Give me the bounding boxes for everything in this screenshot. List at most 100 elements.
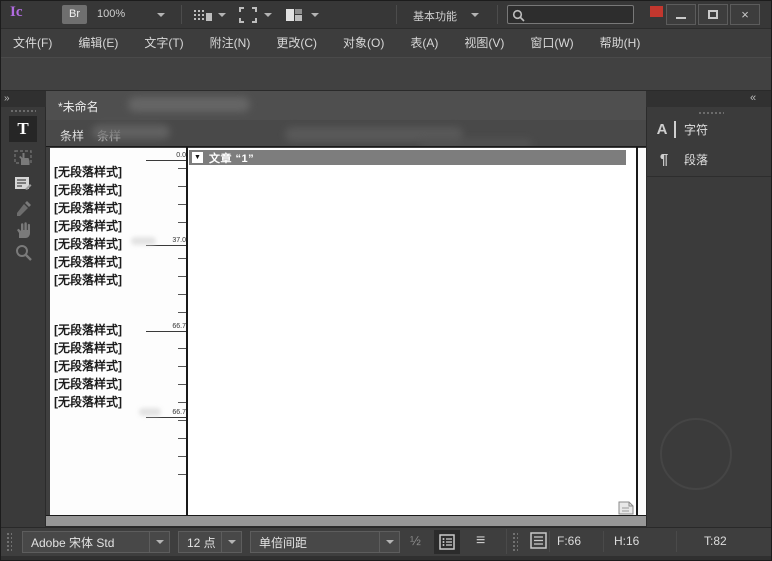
story-header-bar[interactable]: ▼ 文章 “1” bbox=[189, 150, 626, 165]
note-tool[interactable] bbox=[9, 172, 37, 196]
style-row[interactable]: [无段落样式] bbox=[54, 181, 164, 199]
leading-chevron-icon[interactable] bbox=[379, 532, 399, 552]
style-row-group-2: [无段落样式] [无段落样式] [无段落样式] [无段落样式] [无段落样式] bbox=[54, 321, 164, 411]
workspace-chevron-icon[interactable] bbox=[471, 13, 479, 17]
zoom-chevron-down-icon[interactable] bbox=[157, 13, 165, 17]
font-family-chevron-icon[interactable] bbox=[149, 532, 169, 552]
view-options-chevron-icon[interactable] bbox=[218, 13, 226, 17]
view-options-icon[interactable] bbox=[193, 8, 213, 27]
style-row[interactable]: [无段落样式] bbox=[54, 271, 164, 289]
style-row[interactable]: [无段落样式] bbox=[54, 253, 164, 271]
maximize-icon bbox=[708, 10, 718, 19]
screen-mode-icon[interactable] bbox=[239, 7, 257, 28]
character-panel-label: 字符 bbox=[684, 121, 708, 138]
search-icon bbox=[512, 9, 525, 22]
right-panel-grip-handle[interactable] bbox=[698, 111, 724, 115]
menu-type[interactable]: 文字(T) bbox=[131, 29, 196, 57]
menu-notes[interactable]: 附注(N) bbox=[197, 29, 264, 57]
style-row[interactable]: [无段落样式] bbox=[54, 163, 164, 181]
view-tab-galley[interactable]: 条样 bbox=[60, 127, 84, 144]
menu-help[interactable]: 帮助(H) bbox=[587, 29, 654, 57]
screen-mode-chevron-icon[interactable] bbox=[264, 13, 272, 17]
red-indicator bbox=[650, 6, 663, 17]
type-tool[interactable]: T bbox=[9, 116, 37, 142]
tools-panel-grip-handle[interactable] bbox=[10, 109, 36, 113]
statusbar-menu-icon[interactable]: ≡ bbox=[476, 532, 486, 550]
search-box[interactable] bbox=[507, 5, 634, 24]
menu-edit[interactable]: 编辑(E) bbox=[65, 29, 131, 57]
style-row[interactable]: [无段落样式] bbox=[54, 199, 164, 217]
info-panel-toggle-button[interactable] bbox=[434, 530, 460, 554]
paragraph-panel-label: 段落 bbox=[684, 151, 708, 168]
app-toolbar: + abc ✓ ¶ ≡ bbox=[0, 57, 772, 91]
divider bbox=[181, 5, 182, 24]
position-tool[interactable] bbox=[9, 146, 37, 170]
tools-panel-header: » bbox=[0, 91, 46, 107]
style-row[interactable]: [无段落样式] bbox=[54, 217, 164, 235]
paragraph-icon: ¶ bbox=[652, 151, 676, 168]
expand-panel-icon[interactable]: » bbox=[4, 93, 9, 104]
statusbar-grip-handle-2[interactable] bbox=[512, 532, 518, 552]
zoom-level-value[interactable]: 100% bbox=[97, 8, 125, 20]
line-number-icon[interactable]: ½ bbox=[410, 533, 421, 548]
smudge-artifact bbox=[128, 97, 250, 112]
minimize-button[interactable] bbox=[666, 4, 696, 25]
style-row-group-1: [无段落样式] [无段落样式] [无段落样式] [无段落样式] [无段落样式] … bbox=[54, 163, 164, 289]
close-button[interactable]: × bbox=[730, 4, 760, 25]
menu-changes[interactable]: 更改(C) bbox=[263, 29, 330, 57]
zoom-tool[interactable] bbox=[9, 240, 37, 264]
collapse-story-icon[interactable]: ▼ bbox=[192, 152, 203, 163]
style-row[interactable]: [无段落样式] bbox=[54, 357, 164, 375]
depth-ruler-mark: 0.0 bbox=[146, 151, 190, 161]
story-title: 文章 “1” bbox=[209, 150, 254, 166]
menu-file[interactable]: 文件(F) bbox=[0, 29, 65, 57]
font-family-select[interactable]: Adobe 宋体 Std bbox=[22, 531, 170, 553]
workspace-switcher[interactable]: 基本功能 bbox=[413, 8, 457, 24]
collapse-panel-icon[interactable]: « bbox=[750, 92, 754, 104]
divider bbox=[497, 5, 498, 24]
bridge-button[interactable]: Br bbox=[62, 5, 87, 24]
divider bbox=[396, 5, 397, 24]
position-hand-icon bbox=[13, 149, 33, 167]
menu-table[interactable]: 表(A) bbox=[397, 29, 451, 57]
font-size-select[interactable]: 12 点 bbox=[178, 531, 242, 553]
incopy-logo: Ic bbox=[10, 4, 23, 21]
title-bar: Ic Br 100% 基本功能 × bbox=[0, 0, 772, 29]
divider bbox=[646, 176, 772, 177]
document-tab-untitled[interactable]: *未命名 bbox=[58, 98, 99, 115]
style-row[interactable]: [无段落样式] bbox=[54, 375, 164, 393]
window-bottom-frame bbox=[0, 556, 772, 561]
divider bbox=[603, 531, 604, 552]
font-size-chevron-icon[interactable] bbox=[221, 532, 241, 552]
menu-object[interactable]: 对象(O) bbox=[330, 29, 397, 57]
zoom-magnifier-icon bbox=[15, 244, 32, 261]
smudge-artifact bbox=[92, 125, 170, 139]
smudge-artifact bbox=[131, 237, 156, 245]
paragraph-panel-button[interactable]: ¶ 段落 bbox=[652, 146, 766, 172]
style-row[interactable]: [无段落样式] bbox=[54, 339, 164, 357]
arrange-documents-chevron-icon[interactable] bbox=[311, 13, 319, 17]
search-input[interactable] bbox=[528, 6, 630, 23]
note-icon bbox=[14, 176, 32, 192]
character-panel-button[interactable]: A 字符 bbox=[652, 116, 766, 142]
eyedropper-tool[interactable] bbox=[9, 196, 37, 220]
h-count: H:16 bbox=[614, 534, 639, 548]
list-info-icon bbox=[439, 534, 455, 550]
scrollbar-gutter[interactable] bbox=[638, 148, 646, 516]
leading-select[interactable]: 单倍间距 bbox=[250, 531, 400, 553]
arrange-documents-icon[interactable] bbox=[285, 7, 303, 28]
menu-bar: 文件(F) 编辑(E) 文字(T) 附注(N) 更改(C) 对象(O) 表(A)… bbox=[0, 29, 772, 57]
galley-bottom-scroll-track[interactable] bbox=[46, 515, 646, 527]
hand-icon bbox=[14, 221, 32, 239]
statusbar-grip-handle[interactable] bbox=[6, 532, 12, 552]
page-count-icon bbox=[530, 532, 547, 554]
t-count: T:82 bbox=[704, 534, 727, 548]
menu-window[interactable]: 窗口(W) bbox=[517, 29, 586, 57]
maximize-button[interactable] bbox=[698, 4, 728, 25]
depth-ruler-mark: 66.7 bbox=[146, 322, 190, 332]
galley-view: [无段落样式] [无段落样式] [无段落样式] [无段落样式] [无段落样式] … bbox=[46, 146, 646, 515]
menu-view[interactable]: 视图(V) bbox=[451, 29, 517, 57]
hand-tool[interactable] bbox=[9, 218, 37, 242]
divider bbox=[676, 531, 677, 552]
story-text-area[interactable]: ▼ 文章 “1” bbox=[188, 148, 636, 516]
